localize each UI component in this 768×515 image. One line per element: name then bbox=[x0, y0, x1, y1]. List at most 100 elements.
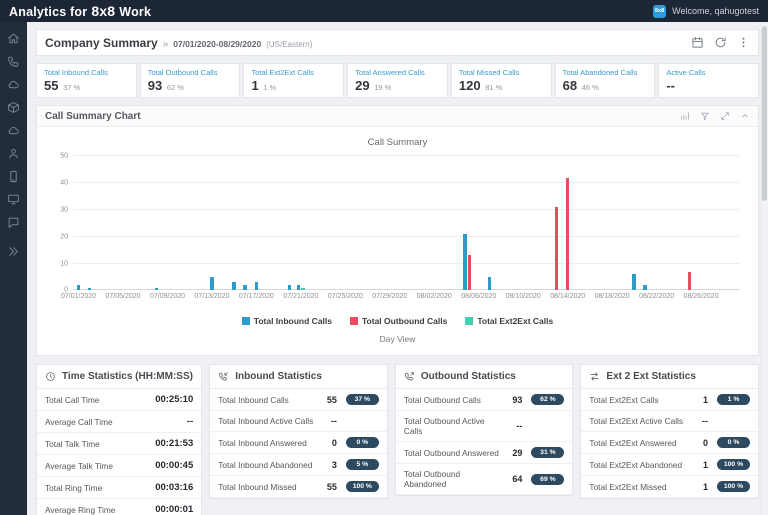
stat-label: Average Ring Time bbox=[45, 505, 155, 515]
bar-group bbox=[540, 156, 551, 290]
bar-group bbox=[106, 156, 117, 290]
badge-cell: 100 % bbox=[708, 459, 750, 470]
refresh-button[interactable] bbox=[714, 36, 727, 49]
vertical-scrollbar[interactable] bbox=[761, 22, 768, 515]
card-value: 93 62 % bbox=[148, 79, 233, 93]
x-axis-tick: 08/06/2020 bbox=[461, 293, 496, 300]
percent-badge: 69 % bbox=[531, 474, 564, 485]
sidebar-item-package[interactable] bbox=[0, 96, 27, 119]
sidebar-item-mobile[interactable] bbox=[0, 165, 27, 188]
card-label: Total Ext2Ext Calls bbox=[251, 68, 336, 77]
stat-value: 0 bbox=[692, 438, 708, 448]
panel-header: Outbound Statistics bbox=[396, 365, 573, 389]
x-axis-tick: 08/10/2020 bbox=[506, 293, 541, 300]
user-menu[interactable]: 8x8 Welcome, qahugotest bbox=[653, 5, 759, 18]
sidebar-item-phone[interactable] bbox=[0, 50, 27, 73]
sidebar-item-home[interactable] bbox=[0, 27, 27, 50]
bar-group bbox=[562, 156, 573, 290]
stat-row: Total Ext2Ext Answered00 % bbox=[581, 432, 758, 454]
stat-value: 00:00:45 bbox=[155, 460, 193, 471]
stat-row: Total Ring Time00:03:16 bbox=[37, 477, 201, 499]
sidebar-item-chevrons-right[interactable] bbox=[0, 240, 27, 263]
bar-group bbox=[195, 156, 206, 290]
bar-group bbox=[462, 156, 473, 290]
summary-cards-row: Total Inbound Calls55 37 %Total Outbound… bbox=[36, 63, 759, 98]
stat-row: Total Talk Time00:21:53 bbox=[37, 433, 201, 455]
sidebar-item-desktop[interactable] bbox=[0, 188, 27, 211]
breadcrumb: Company Summary » 07/01/2020-08/29/2020 … bbox=[45, 36, 312, 50]
fullscreen-button[interactable] bbox=[720, 111, 730, 121]
clock-icon bbox=[45, 371, 56, 382]
inbound-statistics-panel: Inbound StatisticsTotal Inbound Calls553… bbox=[209, 364, 388, 499]
badge-cell: 100 % bbox=[708, 481, 750, 492]
bar-group bbox=[651, 156, 662, 290]
summary-card: Total Missed Calls120 81 % bbox=[451, 63, 552, 98]
desktop-icon bbox=[7, 193, 20, 206]
stat-label: Average Talk Time bbox=[45, 461, 155, 471]
stat-row: Total Ext2Ext Missed1100 % bbox=[581, 476, 758, 498]
card-value: 29 19 % bbox=[355, 79, 440, 93]
stat-label: Total Ext2Ext Missed bbox=[589, 482, 692, 492]
calendar-icon bbox=[691, 36, 704, 49]
bar bbox=[463, 234, 467, 290]
bar-group bbox=[662, 156, 673, 290]
timezone-text: (US/Eastern) bbox=[266, 40, 312, 49]
bar-group bbox=[251, 156, 262, 290]
percent-badge: 37 % bbox=[346, 394, 379, 405]
sidebar-item-cloud[interactable] bbox=[0, 119, 27, 142]
chevron-up-icon bbox=[740, 111, 750, 121]
stat-value: 1 bbox=[692, 395, 708, 405]
stat-label: Total Ext2Ext Active Calls bbox=[589, 416, 692, 426]
more-menu-button[interactable] bbox=[737, 36, 750, 49]
app-title: Analytics for 8x8 Work bbox=[9, 3, 151, 19]
legend-item[interactable]: Total Inbound Calls bbox=[242, 316, 332, 326]
mobile-icon bbox=[7, 170, 20, 183]
badge-cell: 0 % bbox=[708, 437, 750, 448]
scrollbar-thumb[interactable] bbox=[762, 26, 767, 201]
bar-group bbox=[151, 156, 162, 290]
stat-row: Total Ext2Ext Calls11 % bbox=[581, 389, 758, 411]
legend-label: Total Ext2Ext Calls bbox=[477, 316, 553, 326]
percent-badge: 0 % bbox=[717, 437, 750, 448]
bar-group bbox=[706, 156, 717, 290]
bar-group bbox=[317, 156, 328, 290]
sidebar-item-user[interactable] bbox=[0, 142, 27, 165]
bar-group bbox=[262, 156, 273, 290]
panel-title: Ext 2 Ext Statistics bbox=[606, 371, 695, 382]
sidebar-item-cloud[interactable] bbox=[0, 73, 27, 96]
legend-item[interactable]: Total Outbound Calls bbox=[350, 316, 447, 326]
bar-group bbox=[351, 156, 362, 290]
stat-row: Total Inbound Missed55100 % bbox=[210, 476, 387, 498]
bar-group bbox=[295, 156, 306, 290]
filter-button[interactable] bbox=[700, 111, 710, 121]
bar-group bbox=[684, 156, 695, 290]
cloud-icon bbox=[7, 124, 20, 137]
summary-card: Total Ext2Ext Calls1 1 % bbox=[243, 63, 344, 98]
card-percent: 37 % bbox=[63, 83, 80, 92]
stat-row: Total Outbound Calls9362 % bbox=[396, 389, 573, 411]
day-view-selector[interactable]: Day View bbox=[37, 334, 758, 344]
bar-group bbox=[362, 156, 373, 290]
bar-group bbox=[284, 156, 295, 290]
date-picker-button[interactable] bbox=[691, 36, 704, 49]
card-value: 55 37 % bbox=[44, 79, 129, 93]
breadcrumb-bar: Company Summary » 07/01/2020-08/29/2020 … bbox=[36, 29, 759, 56]
chart-panel-header: Call Summary Chart bbox=[37, 106, 758, 127]
x-axis-tick: 07/25/2020 bbox=[328, 293, 363, 300]
x-axis-tick: 07/05/2020 bbox=[105, 293, 140, 300]
collapse-button[interactable] bbox=[740, 111, 750, 121]
stat-row: Total Ext2Ext Abandoned1100 % bbox=[581, 454, 758, 476]
date-range-text[interactable]: 07/01/2020-08/29/2020 bbox=[173, 39, 261, 49]
card-label: Total Answered Calls bbox=[355, 68, 440, 77]
stat-value: 0 bbox=[321, 438, 337, 448]
sidebar-item-chat[interactable] bbox=[0, 211, 27, 234]
legend-item[interactable]: Total Ext2Ext Calls bbox=[465, 316, 553, 326]
badge-cell: 5 % bbox=[337, 459, 379, 470]
x-axis: 07/01/202007/05/202007/09/202007/13/2020… bbox=[73, 293, 740, 304]
panel-header: Inbound Statistics bbox=[210, 365, 387, 389]
chart-type-button[interactable] bbox=[680, 111, 690, 121]
percent-badge: 100 % bbox=[717, 459, 750, 470]
panel-header: Time Statistics (HH:MM:SS) bbox=[37, 365, 201, 389]
stat-value: 00:21:53 bbox=[155, 438, 193, 449]
x-axis-tick: 07/13/2020 bbox=[194, 293, 229, 300]
